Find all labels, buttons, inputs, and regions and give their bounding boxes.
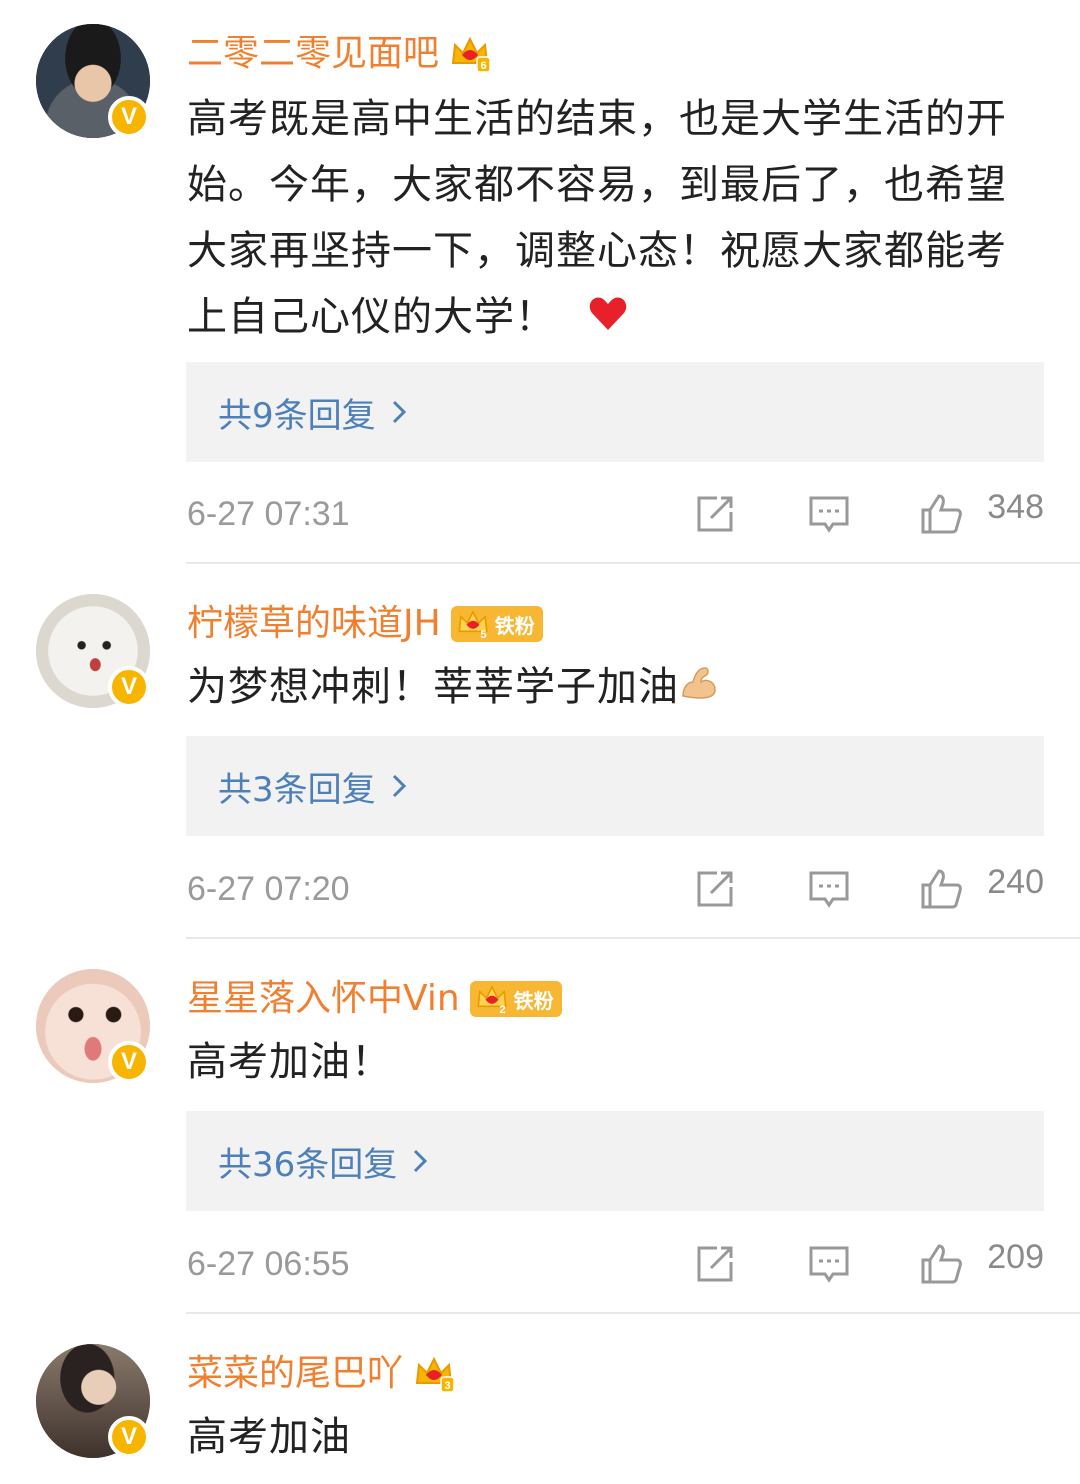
comment-icon[interactable] (807, 867, 851, 911)
crown-level-icon: 2 (476, 985, 507, 1016)
chevron-right-icon (392, 400, 406, 424)
replies-box[interactable]: 共36条回复 (186, 1111, 1044, 1211)
username[interactable]: 柠檬草的味道JH (187, 598, 441, 650)
verified-v-icon: V (108, 1416, 150, 1458)
username[interactable]: 二零二零见面吧 (187, 28, 439, 80)
comment-text: 为梦想冲刺！莘莘学子加油 (187, 654, 1047, 720)
thumbs-up-icon[interactable] (919, 1242, 963, 1286)
thumbs-up-icon[interactable] (919, 867, 963, 911)
replies-box[interactable]: 共3条回复 (186, 736, 1044, 836)
replies-box[interactable]: 共9条回复 (186, 362, 1044, 462)
flexed-biceps-emoji-icon (679, 656, 719, 699)
like-count: 348 (987, 488, 1044, 526)
like-count: 240 (987, 863, 1044, 901)
repost-icon[interactable] (693, 1242, 737, 1286)
like-count: 209 (987, 1238, 1044, 1276)
heart-emoji-icon (588, 288, 628, 330)
verified-v-icon: V (108, 666, 150, 708)
divider (186, 1312, 1080, 1314)
timestamp: 6-27 07:31 (187, 494, 350, 533)
svg-text:2: 2 (499, 1004, 505, 1016)
divider (186, 562, 1080, 564)
username[interactable]: 星星落入怀中Vin (187, 973, 460, 1025)
fan-badge: 5 铁粉 (450, 606, 543, 642)
chevron-right-icon (392, 774, 406, 798)
repost-icon[interactable] (693, 867, 737, 911)
divider (186, 937, 1080, 939)
crown-level-icon: 6 (451, 36, 491, 73)
crown-level-icon: 5 (458, 610, 488, 641)
verified-v-icon: V (108, 1041, 150, 1083)
comment-icon[interactable] (807, 1242, 851, 1286)
verified-v-icon: V (108, 96, 150, 138)
view-replies-link[interactable]: 共3条回复 (218, 762, 408, 811)
repost-icon[interactable] (693, 492, 737, 536)
svg-text:3: 3 (444, 1380, 450, 1392)
chevron-right-icon (414, 1149, 428, 1173)
crown-level-icon: 3 (415, 1356, 455, 1393)
thumbs-up-icon[interactable] (919, 492, 963, 536)
comment-icon[interactable] (807, 492, 851, 536)
fan-badge: 2 铁粉 (469, 981, 562, 1017)
comment-text: 高考既是高中生活的结束，也是大学生活的开始。今年，大家都不容易，到最后了，也希望… (187, 96, 1007, 340)
comment-text: 高考加油 (187, 1414, 351, 1460)
svg-text:5: 5 (480, 629, 486, 641)
comment-text: 高考加油！ (187, 1039, 392, 1085)
timestamp: 6-27 06:55 (187, 1244, 350, 1283)
view-replies-link[interactable]: 共36条回复 (218, 1137, 429, 1186)
username[interactable]: 菜菜的尾巴吖 (187, 1348, 403, 1400)
svg-text:6: 6 (480, 60, 486, 72)
timestamp: 6-27 07:20 (187, 869, 350, 908)
view-replies-link[interactable]: 共9条回复 (218, 388, 408, 437)
